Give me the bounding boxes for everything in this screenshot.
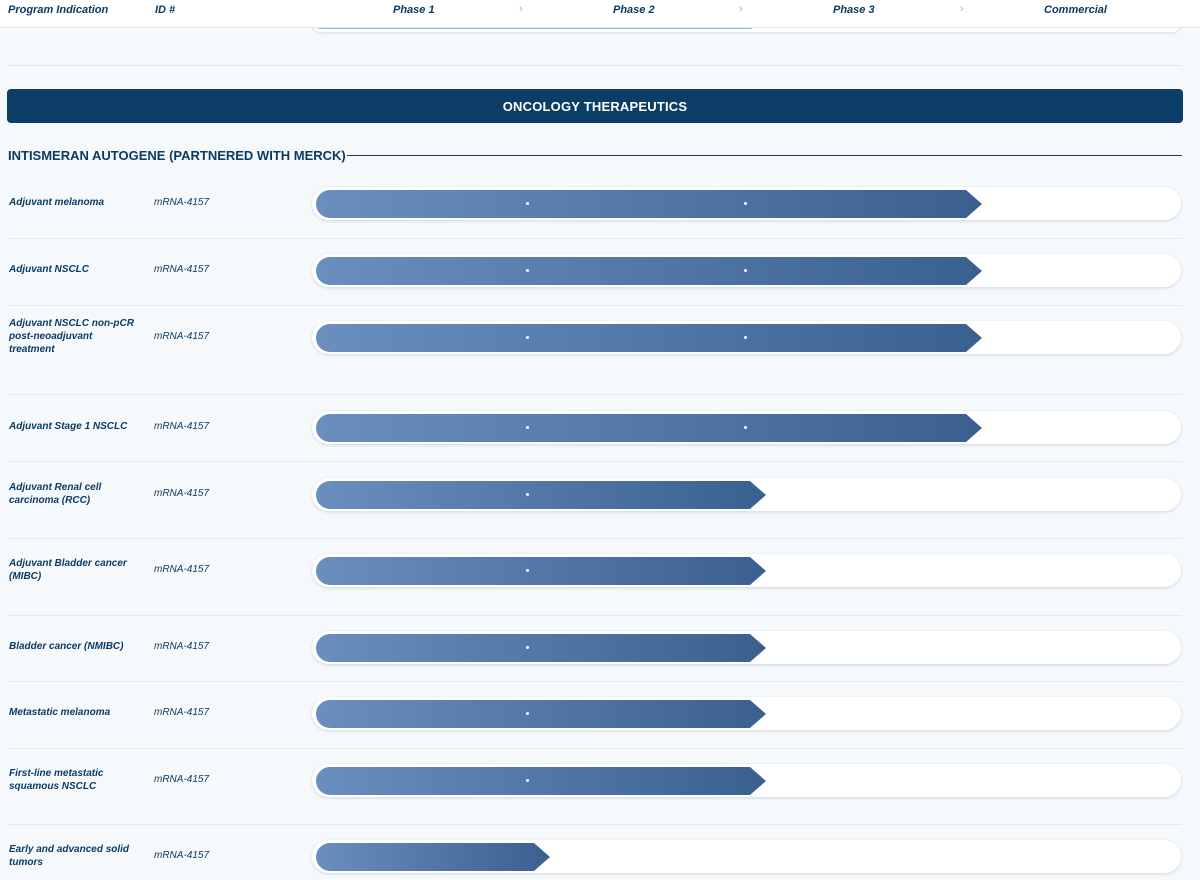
progress-fill [316,634,766,662]
progress-fill [316,481,766,509]
pipeline-header: Program Indication ID # Phase 1 › Phase … [0,0,1200,28]
row-indication: Adjuvant melanoma [9,197,105,208]
progress-track [312,187,1181,220]
row-id: mRNA-4157 [154,331,210,342]
progress-fill [316,843,550,871]
row-divider [8,748,1182,749]
stage-marker-dot [526,336,529,339]
stage-marker-dot [526,493,529,496]
progress-track [312,321,1181,354]
progress-fill [316,324,982,352]
header-phase1: Phase 1 [393,4,435,16]
stage-marker-dot [744,269,747,272]
row-id: mRNA-4157 [154,488,210,499]
row-id: mRNA-4157 [154,707,210,718]
header-id: ID # [155,4,176,16]
row-id: mRNA-4157 [154,850,210,861]
row-indication: Adjuvant Stage 1 NSCLC [9,421,128,432]
row-id: mRNA-4157 [154,421,210,432]
row-indication: Adjuvant Bladder cancer (MIBC) [9,558,127,582]
row-indication: First-line metastatic squamous NSCLC [9,768,104,792]
row-divider [8,461,1182,462]
row-divider [8,538,1182,539]
progress-fill [316,700,766,728]
program-title-rule [347,155,1182,156]
progress-track [312,554,1181,587]
stage-marker-dot [526,426,529,429]
progress-track [312,478,1181,511]
stage-marker-dot [526,269,529,272]
progress-fill [316,557,766,585]
row-id: mRNA-4157 [154,774,210,785]
row-indication: Early and advanced solid tumors [9,844,130,868]
row-divider [8,615,1182,616]
header-program-indication: Program Indication [8,4,109,16]
banner-title: ONCOLOGY THERAPEUTICS [502,98,688,114]
stage-marker-dot [526,202,529,205]
header-phase3: Phase 3 [833,4,875,16]
chevron-right-icon: › [519,3,523,15]
progress-track [312,764,1181,797]
row-id: mRNA-4157 [154,564,210,575]
section-banner: ONCOLOGY THERAPEUTICS [7,89,1183,123]
stage-marker-dot [526,779,529,782]
stage-marker-dot [744,336,747,339]
stage-marker-dot [526,712,529,715]
progress-fill [316,767,766,795]
progress-fill [316,414,982,442]
row-indication: Metastatic melanoma [9,707,111,718]
progress-track [312,411,1181,444]
row-indication: Adjuvant NSCLC [9,264,89,275]
progress-track [312,840,1181,873]
row-indication: Adjuvant NSCLC non-pCR post-neoadjuvant … [9,318,134,355]
row-id: mRNA-4157 [154,197,210,208]
header-phase2: Phase 2 [613,4,655,16]
progress-track [312,254,1181,287]
progress-track [312,631,1181,664]
row-id: mRNA-4157 [154,641,210,652]
row-indication: Adjuvant Renal cell carcinoma (RCC) [9,482,102,506]
progress-track [312,697,1181,730]
row-divider [8,394,1182,395]
row-divider [8,238,1182,239]
row-id: mRNA-4157 [154,264,210,275]
program-title: INTISMERAN AUTOGENE (PARTNERED WITH MERC… [8,148,346,163]
stage-marker-dot [526,569,529,572]
stage-marker-dot [526,646,529,649]
row-indication: Bladder cancer (NMIBC) [9,641,124,652]
progress-fill [316,190,982,218]
chevron-right-icon: › [739,3,743,15]
row-divider [8,305,1182,306]
section-divider [8,65,1182,66]
row-divider [8,824,1182,825]
stage-marker-dot [744,202,747,205]
chevron-right-icon: › [960,3,964,15]
stage-marker-dot [744,426,747,429]
row-divider [8,681,1182,682]
header-commercial: Commercial [1044,4,1107,16]
progress-fill [316,257,982,285]
